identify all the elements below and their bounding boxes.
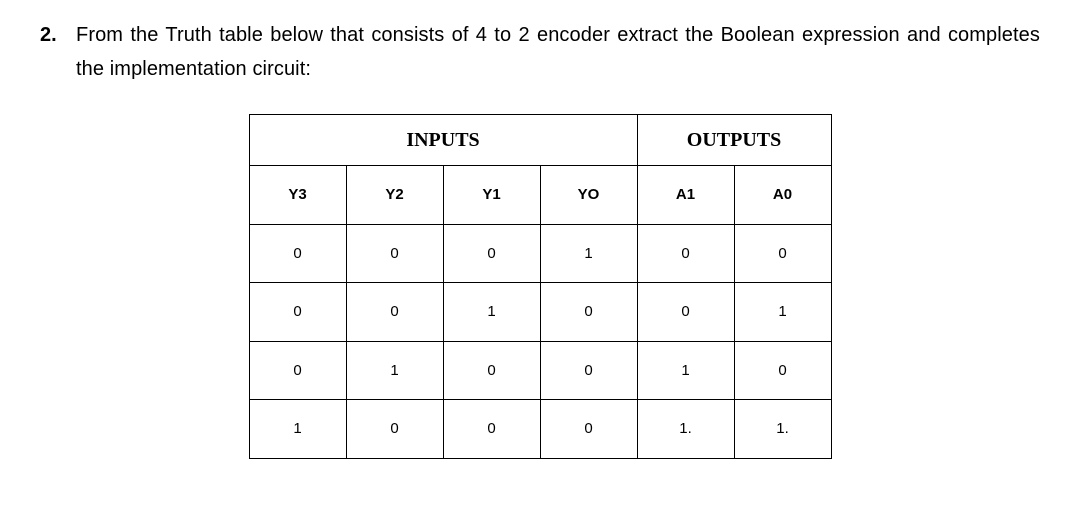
col-a1: A1 <box>637 166 734 225</box>
cell: 0 <box>346 283 443 342</box>
cell: 0 <box>443 224 540 283</box>
cell: 0 <box>249 283 346 342</box>
cell: 1 <box>637 341 734 400</box>
cell: 1 <box>443 283 540 342</box>
col-y3: Y3 <box>249 166 346 225</box>
col-y0: YO <box>540 166 637 225</box>
table-row: 1 0 0 0 1. 1. <box>249 400 831 459</box>
cell: 1. <box>637 400 734 459</box>
cell: 0 <box>734 224 831 283</box>
outputs-header: OUTPUTS <box>637 115 831 166</box>
cell: 0 <box>734 341 831 400</box>
cell: 1 <box>346 341 443 400</box>
cell: 0 <box>540 283 637 342</box>
truth-table: INPUTS OUTPUTS Y3 Y2 Y1 YO A1 A0 0 0 0 1… <box>249 114 832 459</box>
truth-table-wrap: INPUTS OUTPUTS Y3 Y2 Y1 YO A1 A0 0 0 0 1… <box>40 114 1040 459</box>
cell: 0 <box>443 341 540 400</box>
cell: 1 <box>249 400 346 459</box>
table-row: 0 0 0 1 0 0 <box>249 224 831 283</box>
cell: 0 <box>443 400 540 459</box>
cell: 0 <box>540 400 637 459</box>
col-a0: A0 <box>734 166 831 225</box>
col-y2: Y2 <box>346 166 443 225</box>
question-block: 2. From the Truth table below that consi… <box>40 18 1040 86</box>
cell: 0 <box>540 341 637 400</box>
cell: 0 <box>249 341 346 400</box>
cell: 0 <box>637 224 734 283</box>
question-number: 2. <box>40 18 66 52</box>
cell: 0 <box>637 283 734 342</box>
cell: 1 <box>540 224 637 283</box>
table-column-header: Y3 Y2 Y1 YO A1 A0 <box>249 166 831 225</box>
inputs-header: INPUTS <box>249 115 637 166</box>
cell: 1 <box>734 283 831 342</box>
question-text: From the Truth table below that consists… <box>76 18 1040 86</box>
table-section-header: INPUTS OUTPUTS <box>249 115 831 166</box>
cell: 0 <box>346 400 443 459</box>
col-y1: Y1 <box>443 166 540 225</box>
cell: 0 <box>346 224 443 283</box>
cell: 0 <box>249 224 346 283</box>
table-row: 0 0 1 0 0 1 <box>249 283 831 342</box>
cell: 1. <box>734 400 831 459</box>
table-row: 0 1 0 0 1 0 <box>249 341 831 400</box>
